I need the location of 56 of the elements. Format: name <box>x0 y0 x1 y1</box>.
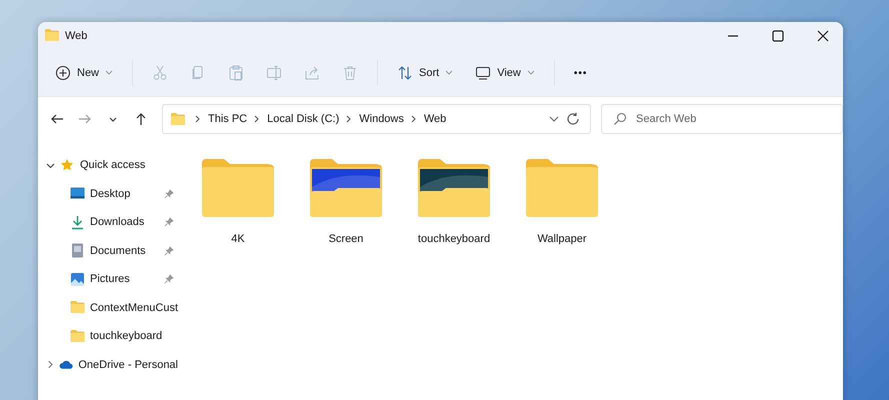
folder-icon <box>524 157 600 219</box>
document-icon <box>70 243 85 258</box>
rename-icon <box>266 65 282 81</box>
close-icon <box>817 30 829 42</box>
sidebar-item[interactable]: ContextMenuCust <box>38 294 178 322</box>
breadcrumb-item[interactable]: This PC <box>208 113 248 125</box>
sidebar-item[interactable]: OneDrive - Personal <box>38 350 178 379</box>
folder-item[interactable]: Wallpaper <box>524 157 600 245</box>
sort-button[interactable]: Sort <box>388 58 462 88</box>
chevron-down-icon <box>445 70 454 76</box>
monitor-icon <box>475 65 492 81</box>
share-icon <box>304 65 320 81</box>
search-field[interactable]: Search Web <box>601 104 843 134</box>
left-arrow-icon <box>50 112 64 126</box>
folder-item[interactable]: Screen <box>308 157 384 245</box>
chevron-right-icon <box>410 115 417 123</box>
download-arrow-icon <box>70 214 85 230</box>
folder-icon <box>70 328 85 344</box>
window-title: Web <box>65 30 88 42</box>
scissors-icon <box>152 65 168 81</box>
chevron-right-icon <box>195 115 201 123</box>
breadcrumb-item[interactable]: Windows <box>359 113 404 125</box>
breadcrumb-item[interactable]: Local Disk (C:) <box>267 113 340 125</box>
clipboard-icon <box>228 65 244 81</box>
chevron-right-icon <box>254 115 260 123</box>
folder-icon <box>44 28 60 42</box>
trash-icon <box>342 65 358 81</box>
new-button[interactable]: New <box>46 58 122 88</box>
up-arrow-icon <box>134 112 148 126</box>
right-arrow-icon <box>78 112 92 126</box>
sort-arrows-icon <box>397 65 414 81</box>
plus-circle-icon <box>55 65 71 81</box>
maximize-icon <box>772 30 784 42</box>
view-button[interactable]: View <box>466 58 544 88</box>
sidebar-item[interactable]: Downloads <box>38 208 178 236</box>
sidebar-item[interactable]: Pictures <box>38 265 178 294</box>
folder-item[interactable]: 4K <box>200 157 276 245</box>
chevron-down-icon <box>105 70 114 76</box>
star-icon <box>60 158 75 173</box>
folder-icon <box>70 300 85 316</box>
picture-icon <box>70 272 85 287</box>
sidebar-item[interactable]: Quick access <box>38 151 178 180</box>
refresh-icon <box>566 112 580 126</box>
more-options-button[interactable]: ••• <box>564 58 596 88</box>
desktop-icon <box>70 186 85 202</box>
chevron-right-icon <box>346 115 352 123</box>
sidebar-item[interactable]: touchkeyboard <box>38 322 178 350</box>
chevron-down-icon <box>549 116 559 122</box>
sidebar-item[interactable]: Desktop <box>38 180 178 208</box>
folder-item[interactable]: touchkeyboard <box>416 157 492 245</box>
folder-icon <box>200 157 276 219</box>
sidebar-item[interactable]: Documents <box>38 236 178 265</box>
breadcrumb-item[interactable]: Web <box>424 113 446 125</box>
address-bar[interactable]: This PC Local Disk (C:) Windows Web <box>162 104 591 134</box>
chevron-down-icon <box>526 70 535 76</box>
folder-icon <box>170 112 188 126</box>
